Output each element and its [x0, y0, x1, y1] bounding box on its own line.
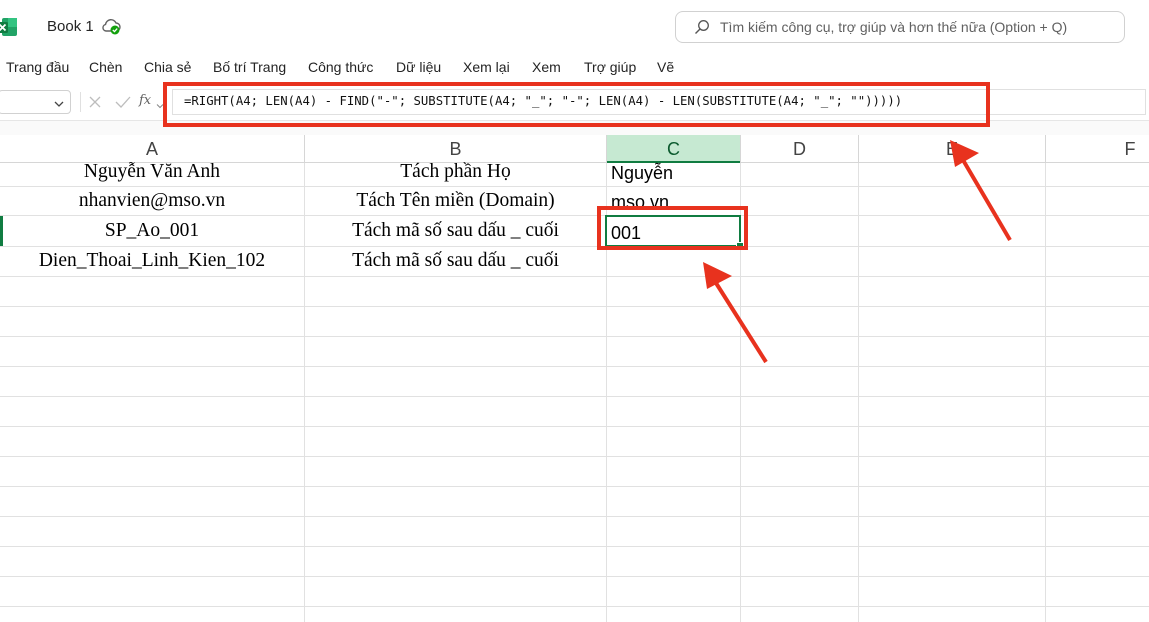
- tab-data[interactable]: Dữ liệu: [396, 59, 441, 75]
- column-header-f[interactable]: F: [1110, 135, 1149, 162]
- tab-formulas[interactable]: Công thức: [308, 59, 373, 75]
- search-placeholder: Tìm kiếm công cụ, trợ giúp và hơn thế nữ…: [720, 19, 1068, 35]
- cell-a4[interactable]: Dien_Thoai_Linh_Kien_102: [0, 250, 304, 272]
- column-header-b[interactable]: B: [305, 135, 606, 162]
- column-header-d[interactable]: D: [741, 135, 858, 162]
- result-highlight-box: [597, 206, 748, 250]
- cell-b3[interactable]: Tách mã số sau dấu _ cuối: [305, 220, 606, 242]
- cell-b4[interactable]: Tách mã số sau dấu _ cuối: [305, 250, 606, 272]
- cell-b1[interactable]: Tách phần Họ: [305, 161, 606, 183]
- column-header-c[interactable]: C: [607, 135, 740, 163]
- tab-view[interactable]: Xem: [532, 59, 561, 75]
- search-icon: [694, 19, 710, 35]
- tab-review[interactable]: Xem lại: [463, 59, 510, 75]
- tab-home[interactable]: Trang đầu: [6, 59, 69, 75]
- excel-icon[interactable]: [0, 16, 18, 38]
- ribbon-tabs: Trang đầu Chèn Chia sẻ Bố trí Trang Công…: [0, 52, 1149, 82]
- column-header-e[interactable]: E: [859, 135, 1045, 162]
- document-title[interactable]: Book 1: [47, 18, 94, 35]
- tab-share[interactable]: Chia sẻ: [144, 59, 191, 75]
- insert-function-icon[interactable]: fx: [139, 93, 151, 108]
- column-header-a[interactable]: A: [0, 135, 304, 162]
- cell-b2[interactable]: Tách Tên miền (Domain): [305, 190, 606, 212]
- title-bar: Book 1 Tìm kiếm công cụ, trợ giúp và hơn…: [0, 0, 1149, 52]
- tab-page-layout[interactable]: Bố trí Trang: [213, 59, 286, 75]
- tab-insert[interactable]: Chèn: [89, 59, 122, 75]
- column-headers: A B C D E F: [0, 135, 1149, 163]
- cell-c2[interactable]: mso.vn: [611, 192, 669, 206]
- name-box[interactable]: [0, 90, 71, 114]
- search-box[interactable]: Tìm kiếm công cụ, trợ giúp và hơn thế nữ…: [675, 11, 1125, 43]
- cell-a2[interactable]: nhanvien@mso.vn: [0, 190, 304, 212]
- cancel-icon[interactable]: [88, 95, 102, 109]
- cloud-sync-icon[interactable]: [100, 15, 122, 37]
- chevron-down-icon: [53, 97, 65, 109]
- cell-a3[interactable]: SP_Ao_001: [0, 220, 304, 242]
- cell-c1[interactable]: Nguyễn: [611, 163, 673, 184]
- tab-draw[interactable]: Vẽ: [657, 59, 674, 75]
- check-icon[interactable]: [114, 94, 132, 110]
- divider: [1045, 135, 1046, 162]
- cell-a1[interactable]: Nguyễn Văn Anh: [0, 161, 304, 183]
- divider: [80, 92, 81, 112]
- tab-help[interactable]: Trợ giúp: [584, 59, 636, 75]
- formula-highlight-box: [163, 82, 990, 127]
